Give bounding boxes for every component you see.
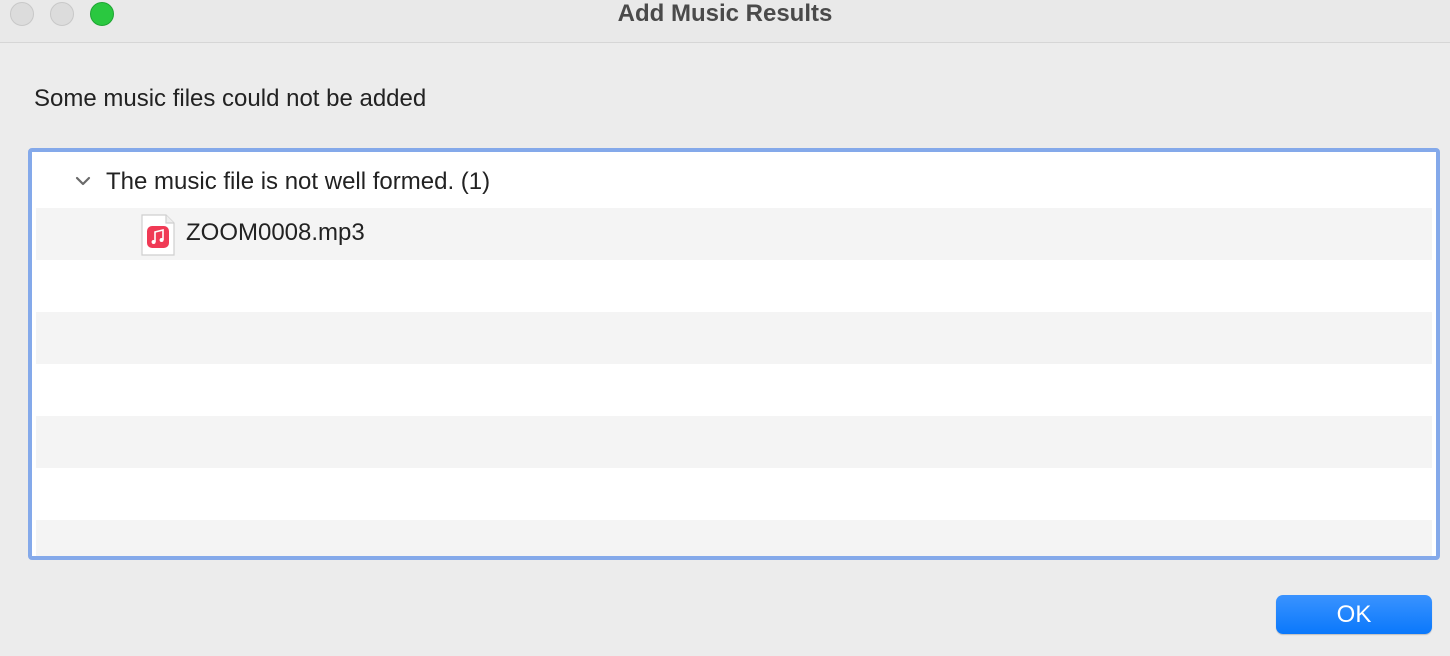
file-row[interactable]: ZOOM0008.mp3 — [36, 208, 1432, 260]
empty-row — [36, 312, 1432, 364]
chevron-down-icon[interactable] — [72, 170, 94, 192]
empty-row — [36, 260, 1432, 312]
ok-button[interactable]: OK — [1276, 595, 1432, 634]
group-label: The music file is not well formed. (1) — [106, 168, 491, 195]
empty-row — [36, 416, 1432, 468]
title-bar: Add Music Results — [0, 0, 1450, 43]
add-music-results-window: Add Music Results Some music files could… — [0, 0, 1450, 656]
dialog-message: Some music files could not be added — [34, 85, 427, 112]
empty-row — [36, 364, 1432, 416]
results-list[interactable]: The music file is not well formed. (1) Z… — [28, 148, 1440, 560]
file-name: ZOOM0008.mp3 — [186, 219, 365, 246]
empty-row — [36, 520, 1432, 556]
window-title: Add Music Results — [617, 0, 833, 27]
group-row[interactable]: The music file is not well formed. (1) — [36, 156, 1432, 208]
empty-row — [36, 468, 1432, 520]
music-file-icon — [141, 214, 175, 256]
